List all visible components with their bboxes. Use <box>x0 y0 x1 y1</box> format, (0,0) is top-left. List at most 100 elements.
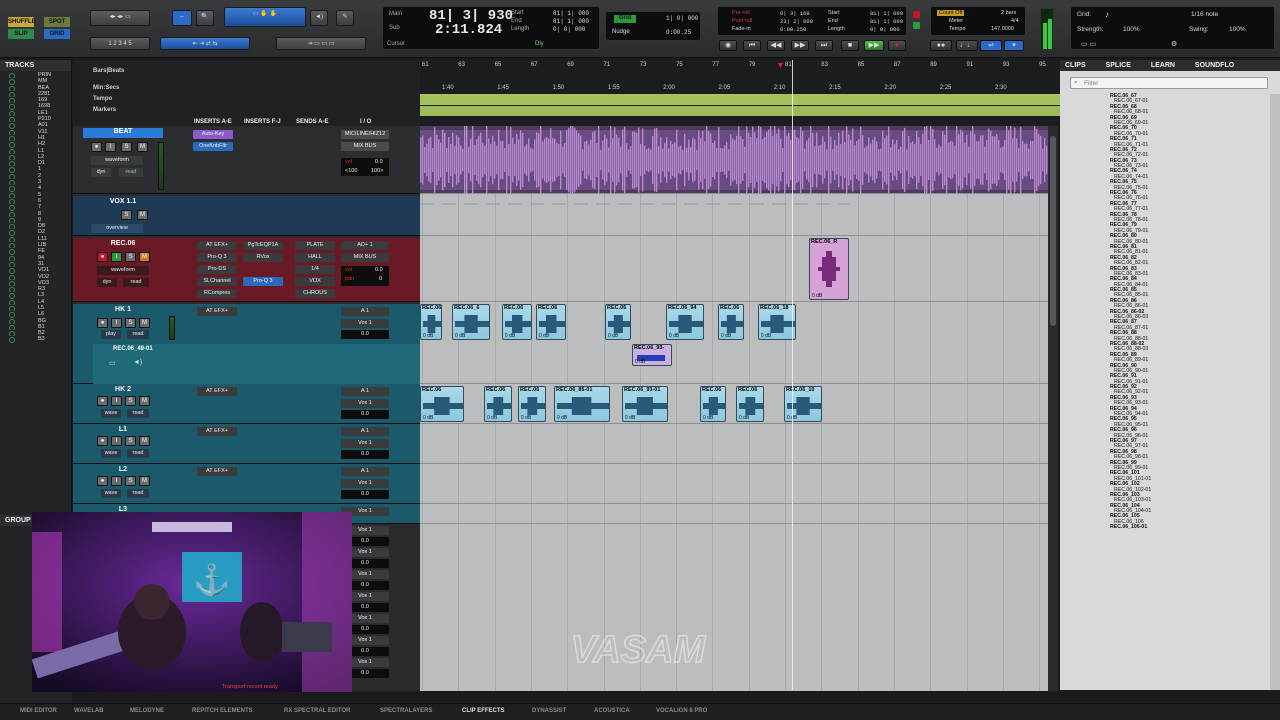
audio-clip[interactable]: REC.06_10 0 dB <box>784 386 822 422</box>
insert-autokey[interactable]: Auto-Key <box>193 130 233 139</box>
postroll-value[interactable]: 23| 2| 000 <box>780 18 813 25</box>
input-monitor-button[interactable]: I <box>111 318 122 328</box>
tab-to-transient-buttons[interactable]: ⇥ ▭ ▭ ▭ <box>276 37 366 50</box>
strength-value[interactable]: 100% <box>1123 26 1140 33</box>
input-selector[interactable]: A 1 <box>341 387 389 396</box>
tab-soundflow[interactable]: SOUNDFLO <box>1195 62 1234 69</box>
play-icon[interactable]: ▶▶ <box>864 40 884 51</box>
grid-setting-value[interactable]: 1/16 note <box>1191 11 1218 18</box>
view-selector[interactable]: overview <box>91 224 143 233</box>
lane-speaker-icon[interactable]: ◄) <box>133 359 142 366</box>
l1-insert[interactable]: AT EFX+ <box>197 427 237 436</box>
preroll-value[interactable]: 0| 3| 169 <box>780 10 810 17</box>
smart-tool-group[interactable]: ▭ ✋ ✋ <box>224 7 306 27</box>
vol-value[interactable]: 0.0 <box>375 267 383 273</box>
view-wave[interactable]: wave <box>101 449 121 458</box>
input-monitor-button[interactable]: I <box>111 396 122 406</box>
automation-mode[interactable]: read <box>127 330 149 339</box>
automation-mode[interactable]: read <box>127 409 149 418</box>
track-name-hk1[interactable]: HK 1 <box>83 306 163 316</box>
plugin-shortcut[interactable]: WAVELAB <box>74 708 104 714</box>
track-name-beat[interactable]: BEAT <box>83 128 163 138</box>
vertical-scrollbar[interactable] <box>1048 126 1058 691</box>
track-name-vox[interactable]: VOX 1.1 <box>83 198 163 208</box>
settings-gear-icon[interactable]: ⚙ <box>1171 40 1177 48</box>
input-monitor-button[interactable]: I <box>105 142 116 152</box>
rec-insert-2[interactable]: Pro-Q 3 <box>197 253 237 262</box>
plugin-shortcut[interactable]: ACOUSTICA <box>594 708 630 714</box>
scroll-thumb[interactable] <box>1050 136 1056 326</box>
grid-value[interactable]: 1| 0| 000 <box>666 15 698 22</box>
tab-splice[interactable]: SPLICE <box>1106 62 1131 69</box>
audio-clip[interactable]: REC.06 0 dB <box>718 304 744 340</box>
audio-clip[interactable]: REC.06_6 0 dB <box>452 304 490 340</box>
automation-dyn[interactable]: dyn <box>97 278 117 287</box>
hk1-insert[interactable]: AT EFX+ <box>197 307 237 316</box>
slip-mode-button[interactable]: SLIP <box>8 29 34 39</box>
plugin-shortcut[interactable]: REPITCH ELEMENTS <box>192 708 253 714</box>
send-b[interactable]: HALL <box>295 253 335 262</box>
track-name-rec06[interactable]: REC.06 <box>83 240 163 250</box>
pencil-tool-icon[interactable]: ✎ <box>336 10 354 26</box>
countoff-value[interactable]: 2 bars <box>1001 10 1016 16</box>
send-e[interactable]: CHROUS <box>295 289 335 298</box>
plugin-shortcut[interactable]: MIDI EDITOR <box>20 708 57 714</box>
shuffle-mode-button[interactable]: SHUFFLE <box>8 17 36 27</box>
tempo-value[interactable]: 147.0000 <box>991 26 1014 32</box>
solo-button[interactable]: S <box>125 396 136 406</box>
hk2-lane[interactable]: REC.06 0 dB REC.06 0 dB REC.06 0 dB REC.06_85-… <box>420 384 1048 424</box>
input-monitor-button[interactable]: I <box>111 436 122 446</box>
fadein-label[interactable]: Fade-in <box>732 26 751 32</box>
l1-lane[interactable] <box>420 424 1048 464</box>
plugin-shortcut[interactable]: SPECTRALAYERS <box>380 708 432 714</box>
volume-display[interactable]: 0.0 <box>341 450 389 459</box>
go-to-end-icon[interactable]: ⏭ <box>815 40 833 51</box>
end-value[interactable]: 81| 1| 000 <box>553 18 589 25</box>
plugin-shortcut[interactable]: VOCALIGN 6 PRO <box>656 708 707 714</box>
record-arm-button[interactable]: ● <box>97 436 108 446</box>
zoom-tool-icon[interactable]: 🔍 <box>196 10 214 26</box>
input-monitor-icon[interactable]: ▾ <box>1004 40 1024 51</box>
quantize-icon[interactable]: ▭ ▭ <box>1081 40 1096 48</box>
hk1-lane[interactable]: REC.06_93- 0 dB REC.06 0 dB REC.06_6 0 dB RE… <box>420 304 1048 384</box>
view-selector[interactable]: waveform <box>91 156 143 165</box>
postroll-label[interactable]: Post-roll <box>732 18 752 24</box>
audio-clip[interactable]: REC.06 0 dB <box>420 386 464 422</box>
tr-length-value[interactable]: 0| 0| 000 <box>870 26 900 33</box>
edit-toggle-buttons[interactable]: ⇤ ⇥ ⇄ ⇆ <box>160 37 250 50</box>
loop-record-icon[interactable]: ●● <box>930 40 952 51</box>
metronome-icon[interactable]: ♩♩ <box>956 40 978 51</box>
speaker-icon[interactable]: ◄) <box>310 10 328 26</box>
automation-mode[interactable]: read <box>127 489 149 498</box>
audio-clip[interactable]: REC.06_93-01 0 dB <box>622 386 668 422</box>
spot-mode-button[interactable]: SPOT <box>44 17 70 27</box>
input-selector[interactable]: AD+ 1 <box>341 241 389 250</box>
zoom-presets[interactable]: 1 2 3 4 5 <box>90 37 150 50</box>
hk2-insert[interactable]: AT EFX+ <box>197 387 237 396</box>
rec-insert-4[interactable]: SLChannel <box>197 277 237 286</box>
dly-label[interactable]: Dly <box>535 41 544 47</box>
nudge-label[interactable]: Nudge <box>612 29 630 35</box>
rec06-lane[interactable]: REC.06_R 0 dB <box>420 238 1048 302</box>
automation-mode[interactable]: read <box>119 168 143 177</box>
solo-button[interactable]: S <box>121 210 132 220</box>
solo-button[interactable]: S <box>125 318 136 328</box>
pan-left[interactable]: <100 <box>345 168 357 174</box>
output-selector[interactable]: MIX BUS <box>341 142 389 151</box>
track-list-item[interactable]: B3 <box>0 336 72 343</box>
send-d[interactable]: VOX <box>295 277 335 286</box>
solo-button[interactable]: S <box>125 436 136 446</box>
view-wave[interactable]: wave <box>101 409 121 418</box>
meter-value[interactable]: 4/4 <box>1011 18 1019 24</box>
rewind-icon[interactable]: ◀◀ <box>767 40 785 51</box>
volume-display[interactable]: 0.0 <box>341 490 389 499</box>
input-monitor-button[interactable]: I <box>111 252 122 262</box>
mute-button[interactable]: M <box>137 210 148 220</box>
record-arm-button[interactable]: ● <box>97 252 108 262</box>
audio-clip[interactable]: REC.06 0 dB <box>536 304 566 340</box>
rec-insert-i[interactable]: Pro-Q 3 <box>243 277 283 286</box>
rec06-clip[interactable]: REC.06_R 0 dB <box>809 238 849 300</box>
sub-counter-value[interactable]: 2:11.824 <box>435 22 502 38</box>
fadein-value[interactable]: 0:00.250 <box>780 26 806 33</box>
mute-button[interactable]: M <box>139 396 150 406</box>
